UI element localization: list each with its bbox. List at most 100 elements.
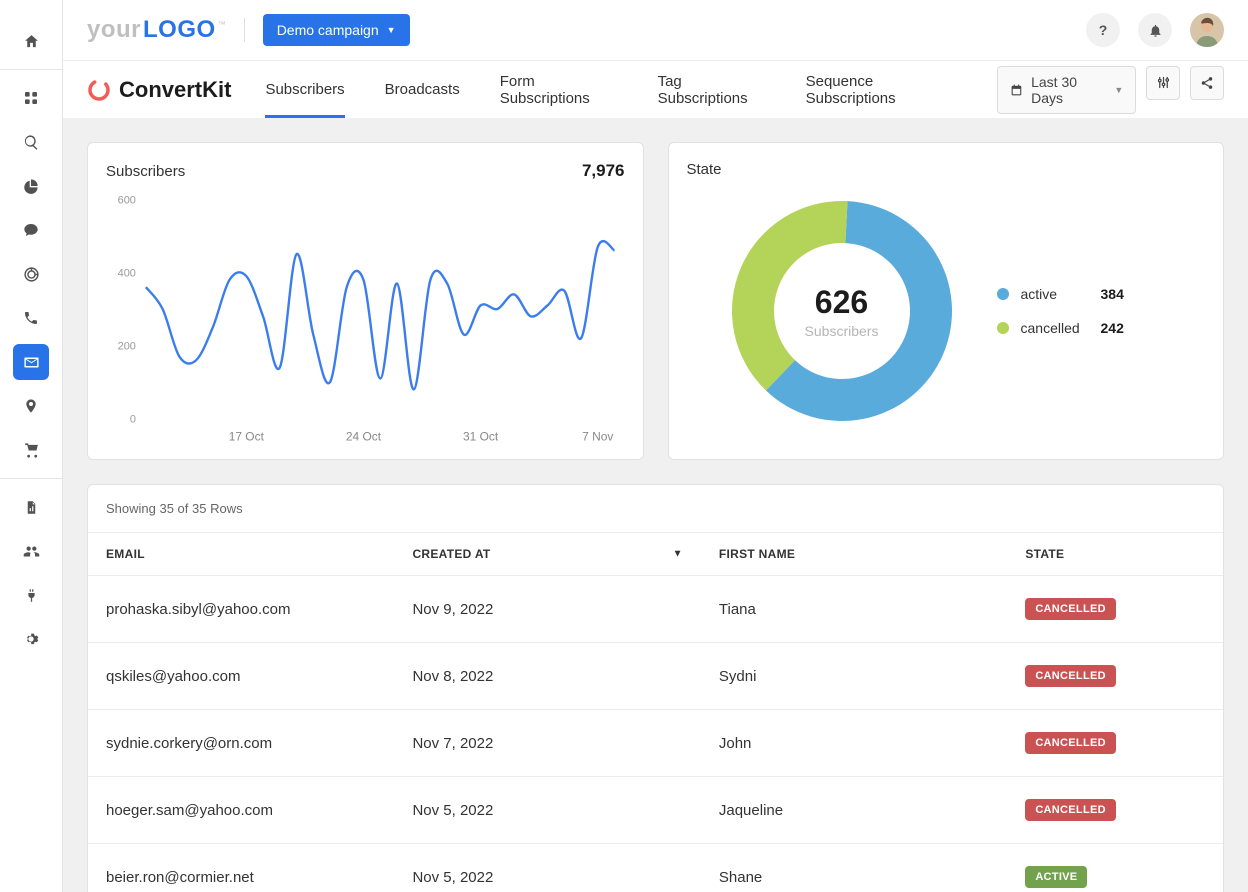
caret-down-icon: ▼ [387, 25, 396, 35]
convertkit-icon [87, 78, 111, 102]
cell-first-name: Tiana [701, 576, 1007, 643]
users-icon[interactable] [13, 533, 49, 569]
svg-text:0: 0 [130, 414, 136, 426]
cell-created: Nov 5, 2022 [394, 844, 700, 892]
apps-icon[interactable] [13, 80, 49, 116]
target-icon[interactable] [13, 256, 49, 292]
cell-created: Nov 8, 2022 [394, 643, 700, 710]
cell-state: CANCELLED [1007, 643, 1223, 710]
table-row[interactable]: sydnie.corkery@orn.comNov 7, 2022John CAN… [88, 710, 1223, 777]
cell-first-name: John [701, 710, 1007, 777]
state-card: State 626 Subscribers [668, 142, 1225, 460]
subscribers-card: Subscribers 7,976 020040060017 Oct24 Oct… [87, 142, 644, 460]
state-donut-chart: 626 Subscribers [727, 196, 957, 426]
caret-down-icon: ▼ [1114, 85, 1123, 95]
campaign-label: Demo campaign [277, 22, 379, 38]
state-card-title: State [687, 161, 722, 178]
table-row[interactable]: qskiles@yahoo.comNov 8, 2022SydniCANCELL… [88, 643, 1223, 710]
cell-first-name: Shane [701, 844, 1007, 892]
cell-created: Nov 9, 2022 [394, 576, 700, 643]
legend-item-active: active 384 [997, 286, 1124, 302]
state-total-label: Subscribers [805, 323, 879, 339]
col-email[interactable]: EMAIL [88, 533, 394, 576]
subscribers-table-card: Showing 35 of 35 Rows EMAIL CREATED AT▼ … [87, 484, 1224, 892]
help-button[interactable]: ? [1086, 13, 1120, 47]
tab-form-subscriptions[interactable]: Form Subscriptions [500, 61, 618, 118]
settings-icon[interactable] [13, 621, 49, 657]
cell-email: hoeger.sam@yahoo.com [88, 777, 394, 844]
integration-brand: ConvertKit [87, 77, 231, 103]
tab-subscribers[interactable]: Subscribers [265, 61, 344, 118]
table-row[interactable]: beier.ron@cormier.netNov 5, 2022Shane ACT… [88, 844, 1223, 892]
tab-sequence-subscriptions[interactable]: Sequence Subscriptions [806, 61, 954, 118]
svg-text:31 Oct: 31 Oct [463, 430, 499, 444]
legend-active-value: 384 [1101, 286, 1124, 302]
date-range-dropdown[interactable]: Last 30 Days ▼ [997, 66, 1136, 114]
subscribers-card-title: Subscribers [106, 163, 185, 180]
state-badge: ACTIVE [1025, 866, 1087, 888]
campaign-dropdown[interactable]: Demo campaign ▼ [263, 14, 410, 46]
logo: your LOGO ™ [87, 16, 226, 44]
table-row[interactable]: prohaska.sibyl@yahoo.comNov 9, 2022Tiana… [88, 576, 1223, 643]
svg-text:17 Oct: 17 Oct [229, 430, 265, 444]
table-row[interactable]: hoeger.sam@yahoo.comNov 5, 2022Jaqueline… [88, 777, 1223, 844]
logo-part1: your [87, 16, 141, 44]
legend-active-name: active [1021, 286, 1089, 302]
calendar-icon [1010, 83, 1023, 97]
settings-button[interactable] [1146, 66, 1180, 100]
cell-email: prohaska.sibyl@yahoo.com [88, 576, 394, 643]
left-sidebar [0, 0, 63, 892]
dot-icon [997, 288, 1009, 300]
col-first-name[interactable]: FIRST NAME [701, 533, 1007, 576]
svg-text:600: 600 [118, 194, 136, 206]
state-legend: active 384 cancelled 242 [997, 286, 1124, 336]
svg-text:24 Oct: 24 Oct [346, 430, 382, 444]
state-badge: CANCELLED [1025, 732, 1116, 754]
home-icon[interactable] [13, 23, 49, 59]
col-state[interactable]: STATE [1007, 533, 1223, 576]
sort-desc-icon: ▼ [673, 549, 683, 560]
cell-created: Nov 5, 2022 [394, 777, 700, 844]
divider [244, 18, 245, 42]
mail-icon[interactable] [13, 344, 49, 380]
cell-state: CANCELLED [1007, 576, 1223, 643]
legend-cancelled-value: 242 [1101, 320, 1124, 336]
legend-cancelled-name: cancelled [1021, 320, 1089, 336]
date-range-label: Last 30 Days [1031, 74, 1106, 106]
phone-icon[interactable] [13, 300, 49, 336]
location-icon[interactable] [13, 388, 49, 424]
legend-item-cancelled: cancelled 242 [997, 320, 1124, 336]
subscribers-card-value: 7,976 [582, 161, 625, 181]
cart-icon[interactable] [13, 432, 49, 468]
brand-name: ConvertKit [119, 77, 231, 103]
cell-state: ACTIVE [1007, 844, 1223, 892]
cell-created: Nov 7, 2022 [394, 710, 700, 777]
state-badge: CANCELLED [1025, 799, 1116, 821]
logo-tm: ™ [218, 20, 226, 29]
logo-part2: LOGO [143, 16, 216, 44]
cell-email: beier.ron@cormier.net [88, 844, 394, 892]
cell-email: qskiles@yahoo.com [88, 643, 394, 710]
avatar[interactable] [1190, 13, 1224, 47]
subscribers-table: EMAIL CREATED AT▼ FIRST NAME STATE proha… [88, 532, 1223, 892]
chat-icon[interactable] [13, 212, 49, 248]
cell-email: sydnie.corkery@orn.com [88, 710, 394, 777]
topbar: your LOGO ™ Demo campaign ▼ ? [63, 0, 1248, 60]
tabs: Subscribers Broadcasts Form Subscription… [265, 61, 953, 118]
dot-icon [997, 322, 1009, 334]
state-total-value: 626 [815, 284, 868, 321]
file-icon[interactable] [13, 489, 49, 525]
state-badge: CANCELLED [1025, 665, 1116, 687]
notifications-button[interactable] [1138, 13, 1172, 47]
col-created-at[interactable]: CREATED AT▼ [394, 533, 700, 576]
tabbar: ConvertKit Subscribers Broadcasts Form S… [63, 60, 1248, 118]
tab-broadcasts[interactable]: Broadcasts [385, 61, 460, 118]
table-summary: Showing 35 of 35 Rows [88, 485, 1223, 532]
svg-text:7 Nov: 7 Nov [582, 430, 613, 444]
tab-tag-subscriptions[interactable]: Tag Subscriptions [658, 61, 766, 118]
plug-icon[interactable] [13, 577, 49, 613]
search-icon[interactable] [13, 124, 49, 160]
pie-chart-icon[interactable] [13, 168, 49, 204]
share-button[interactable] [1190, 66, 1224, 100]
cell-state: CANCELLED [1007, 710, 1223, 777]
